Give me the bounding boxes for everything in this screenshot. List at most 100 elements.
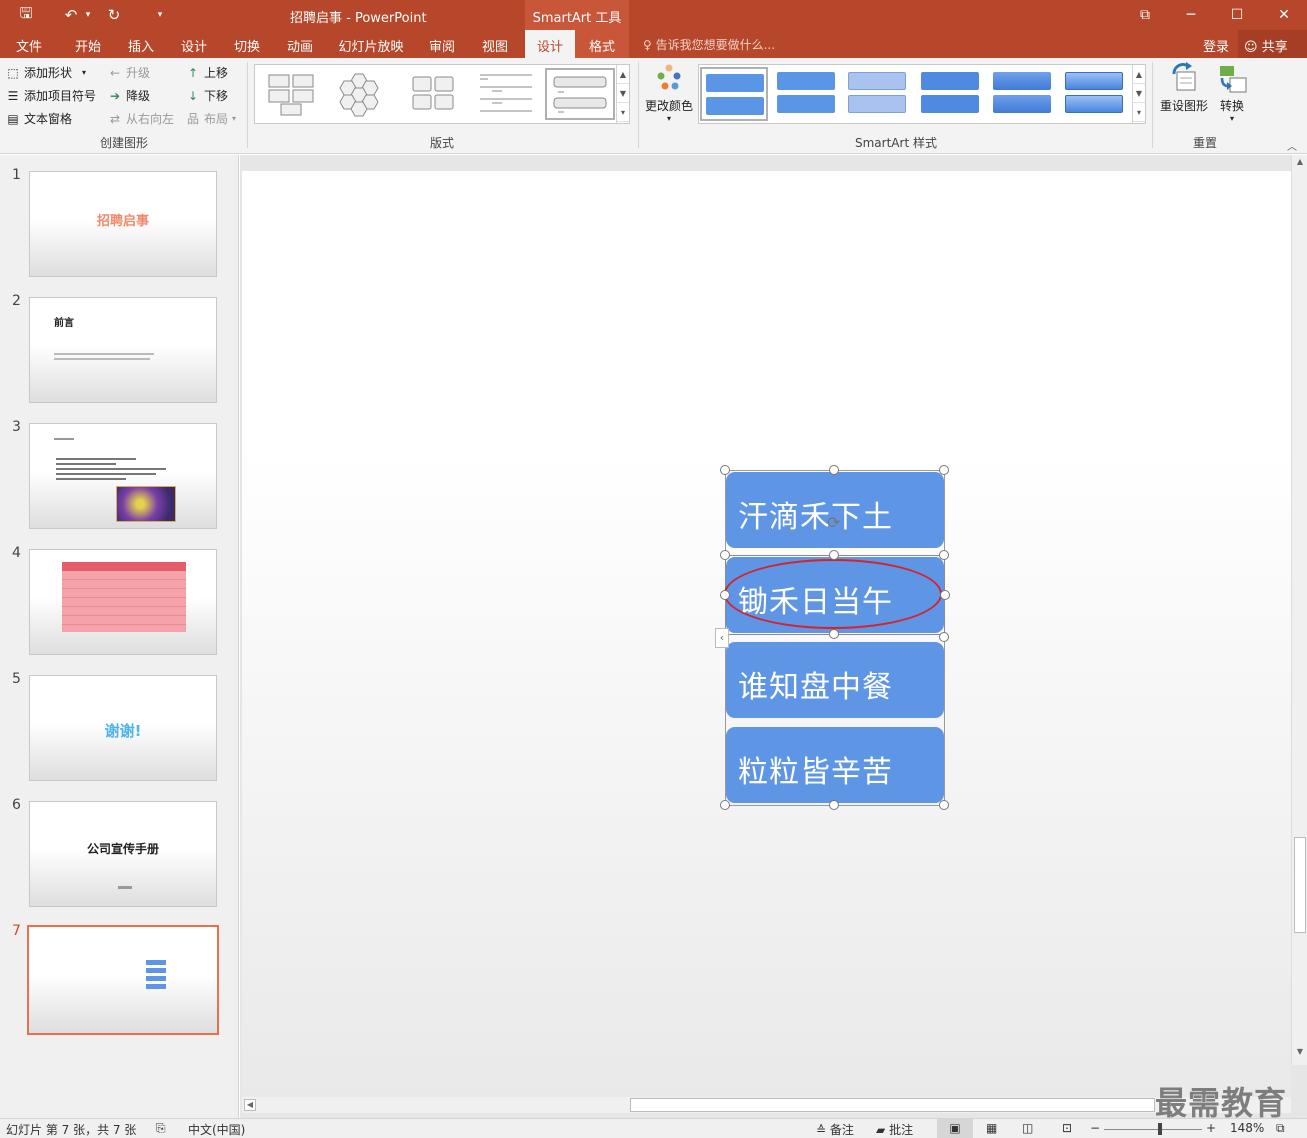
collapse-ribbon-icon[interactable]: ︿: [1287, 138, 1297, 153]
expand-gallery-icon[interactable]: ▾: [617, 103, 629, 122]
resize-handle[interactable]: [720, 590, 730, 600]
scroll-up-icon[interactable]: ▲: [1294, 157, 1306, 169]
comments-button[interactable]: ▰ 批注: [876, 1121, 913, 1138]
style-option-4[interactable]: [917, 68, 983, 120]
resize-handle[interactable]: [720, 800, 730, 810]
notes-button[interactable]: ≙ 备注: [816, 1121, 854, 1138]
vertical-scrollbar[interactable]: ▲ ▼: [1291, 155, 1307, 1065]
convert-button[interactable]: 转换 ▾: [1212, 62, 1252, 123]
horizontal-scroll-thumb[interactable]: [630, 1098, 1155, 1112]
resize-handle[interactable]: [829, 629, 839, 639]
layout-button[interactable]: 品布局 ▾: [186, 110, 236, 127]
layout-option-hierarchy[interactable]: [259, 68, 325, 120]
fit-to-window-icon[interactable]: ⧉: [1276, 1121, 1285, 1136]
language-indicator[interactable]: 中文(中国): [188, 1121, 245, 1138]
horizontal-scrollbar[interactable]: ◀: [242, 1097, 1291, 1113]
spell-check-icon[interactable]: ⎘: [156, 1121, 166, 1136]
layout-option-vertical-box[interactable]: [545, 68, 615, 120]
slide-thumbnail-5[interactable]: 谢谢!: [29, 675, 217, 781]
resize-handle[interactable]: [939, 550, 949, 560]
scroll-down-icon[interactable]: ▼: [617, 84, 629, 103]
share-button[interactable]: ☺ 共享: [1238, 30, 1307, 58]
vertical-scroll-thumb[interactable]: [1294, 837, 1306, 933]
resize-handle[interactable]: [720, 465, 730, 475]
tab-design[interactable]: 设计: [172, 30, 216, 58]
add-bullet-button[interactable]: ☰ 添加项目符号: [6, 87, 96, 104]
resize-handle[interactable]: [829, 465, 839, 475]
move-up-button[interactable]: ↑ 上移: [186, 64, 228, 81]
add-shape-button[interactable]: ⬚ 添加形状 ▾: [6, 64, 86, 81]
tab-animations[interactable]: 动画: [278, 30, 322, 58]
style-option-5[interactable]: [989, 68, 1055, 120]
scroll-up-icon[interactable]: ▲: [1133, 65, 1145, 84]
style-option-2[interactable]: [773, 68, 839, 120]
zoom-out-icon[interactable]: −: [1090, 1121, 1100, 1135]
tab-home[interactable]: 开始: [66, 30, 110, 58]
slide-thumbnail-3[interactable]: [29, 423, 217, 529]
smartart-shape[interactable]: 粒粒皆辛苦: [726, 727, 944, 803]
close-button[interactable]: ✕: [1261, 0, 1307, 30]
tab-insert[interactable]: 插入: [119, 30, 163, 58]
zoom-in-icon[interactable]: +: [1206, 1121, 1216, 1135]
change-colors-button[interactable]: 更改颜色 ▾: [644, 62, 694, 123]
resize-handle[interactable]: [939, 632, 949, 642]
minimize-button[interactable]: ─: [1168, 0, 1214, 30]
undo-dropdown-icon[interactable]: ▾: [82, 0, 94, 30]
demote-button[interactable]: ➔ 降级: [108, 87, 150, 104]
tab-transitions[interactable]: 切换: [225, 30, 269, 58]
scroll-down-icon[interactable]: ▼: [1294, 1047, 1306, 1059]
save-icon[interactable]: 🖫: [12, 0, 40, 30]
tell-me-search[interactable]: ♀ 告诉我您想要做什么...: [643, 36, 775, 53]
resize-handle[interactable]: [939, 800, 949, 810]
customize-qat-icon[interactable]: ▾: [146, 0, 174, 30]
sign-in-link[interactable]: 登录: [1203, 36, 1229, 55]
style-option-3[interactable]: [844, 68, 910, 120]
zoom-slider-knob[interactable]: [1158, 1123, 1162, 1135]
scroll-up-icon[interactable]: ▲: [617, 65, 629, 84]
layout-option-grid[interactable]: [401, 68, 467, 120]
style-option-6[interactable]: [1061, 68, 1127, 120]
reset-graphic-button[interactable]: 重设图形: [1158, 62, 1210, 114]
slide-thumbnail-7[interactable]: [27, 925, 219, 1035]
layout-option-hexagon[interactable]: [329, 68, 395, 120]
zoom-level[interactable]: 148%: [1230, 1121, 1264, 1135]
scroll-left-icon[interactable]: ◀: [244, 1099, 256, 1111]
slide-thumbnail-2[interactable]: 前言: [29, 297, 217, 403]
slide-sorter-icon[interactable]: ▦: [986, 1121, 997, 1135]
tab-file[interactable]: 文件: [8, 30, 50, 58]
reading-view-icon[interactable]: ◫: [1022, 1121, 1033, 1135]
right-to-left-button[interactable]: ⇄ 从右向左: [108, 110, 174, 127]
tab-review[interactable]: 审阅: [420, 30, 464, 58]
style-option-1[interactable]: [700, 67, 768, 121]
layout-option-list[interactable]: [473, 68, 539, 120]
resize-handle[interactable]: [829, 550, 839, 560]
maximize-button[interactable]: ☐: [1214, 0, 1260, 30]
scroll-down-icon[interactable]: ▼: [1133, 84, 1145, 103]
slide-thumbnail-6[interactable]: 公司宣传手册: [29, 801, 217, 907]
layout-gallery-scroll[interactable]: ▲ ▼ ▾: [616, 65, 629, 123]
zoom-slider[interactable]: [1104, 1129, 1202, 1130]
tab-smartart-format[interactable]: 格式: [575, 30, 629, 58]
ribbon-display-options-button[interactable]: ⧉: [1122, 0, 1168, 30]
text-pane-toggle-icon[interactable]: ‹: [715, 628, 729, 648]
rotate-handle-icon[interactable]: ⟳: [827, 513, 840, 532]
resize-handle[interactable]: [720, 550, 730, 560]
resize-handle[interactable]: [940, 590, 950, 600]
resize-handle[interactable]: [829, 800, 839, 810]
smartart-shape[interactable]: 谁知盘中餐: [726, 642, 944, 718]
normal-view-icon[interactable]: ▣: [937, 1119, 973, 1138]
text-pane-button[interactable]: ▤ 文本窗格: [6, 110, 72, 127]
undo-icon[interactable]: ↶: [60, 0, 82, 30]
slide-thumbnail-4[interactable]: [29, 549, 217, 655]
slide-thumbnail-1[interactable]: 招聘启事: [29, 171, 217, 277]
slideshow-icon[interactable]: ⊡: [1062, 1121, 1072, 1135]
expand-gallery-icon[interactable]: ▾: [1133, 103, 1145, 122]
resize-handle[interactable]: [939, 465, 949, 475]
style-gallery-scroll[interactable]: ▲ ▼ ▾: [1132, 65, 1145, 123]
tab-view[interactable]: 视图: [473, 30, 517, 58]
redo-icon[interactable]: ↻: [100, 0, 128, 30]
tab-slideshow[interactable]: 幻灯片放映: [332, 30, 410, 58]
promote-button[interactable]: ← 升级: [108, 64, 150, 81]
move-down-button[interactable]: ↓ 下移: [186, 87, 228, 104]
smartart-shape[interactable]: 汗滴禾下土: [726, 472, 944, 548]
